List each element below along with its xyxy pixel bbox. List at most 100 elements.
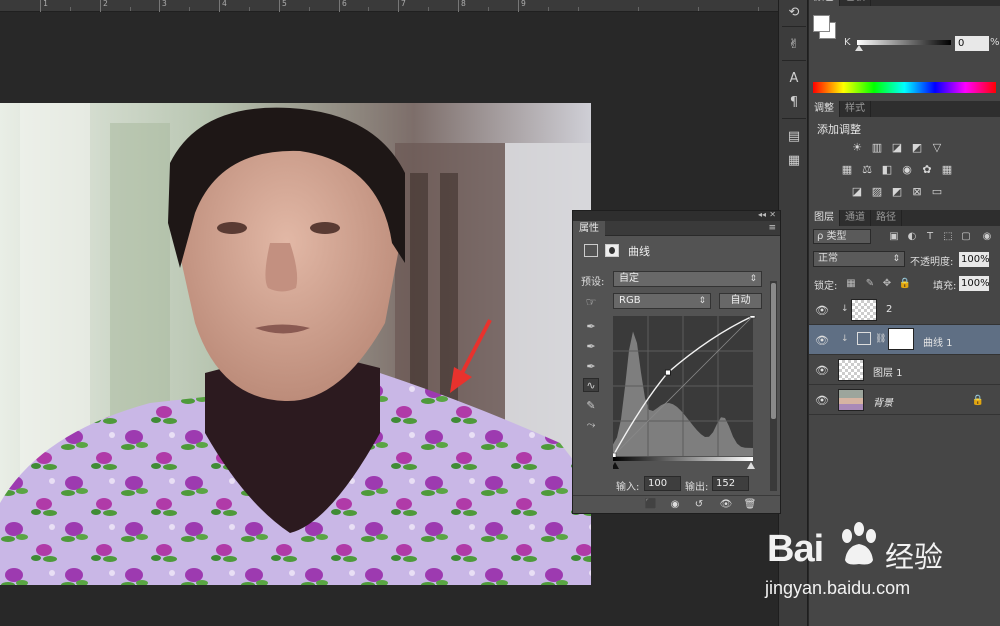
layer-row-layer-1[interactable]: 👁 图层 1 [809, 355, 1000, 385]
color-lookup-icon[interactable]: ▦ [939, 163, 955, 176]
layer-mask-thumbnail[interactable] [888, 328, 914, 350]
lock-transparent-icon[interactable]: ▦ [845, 277, 857, 289]
color-spectrum-bar[interactable] [813, 82, 996, 93]
blend-mode-select[interactable]: 正常 ⇕ [813, 251, 905, 267]
clip-to-layer-icon[interactable]: ⬛ [643, 498, 659, 511]
smooth-curve-icon[interactable]: ⤳ [583, 418, 599, 432]
layer-thumbnail [838, 389, 864, 411]
curve-edit-points-icon[interactable]: ∿ [583, 378, 599, 392]
filter-toggle-icon[interactable]: ◉ [980, 230, 994, 243]
threshold-icon[interactable]: ◩ [889, 185, 905, 198]
lock-pixels-icon[interactable]: ✎ [864, 277, 876, 289]
lock-position-icon[interactable]: ✥ [881, 277, 893, 289]
visibility-eye-icon[interactable]: 👁 [815, 334, 829, 347]
history-icon[interactable]: ⟲ [784, 2, 804, 22]
targeted-adjust-hand-icon[interactable]: ☞ [583, 295, 599, 309]
visibility-eye-icon[interactable]: 👁 [815, 364, 829, 377]
panel-title-bar[interactable]: ◂◂ ✕ [573, 210, 780, 221]
layer-row-curves-1[interactable]: 👁 ↓ ⛓ 曲线 1 [809, 325, 1000, 355]
panel-menu-icon[interactable]: ≡ [768, 223, 776, 233]
portrait-photo[interactable] [0, 103, 591, 585]
channel-mixer-icon[interactable]: ✿ [919, 163, 935, 176]
blend-mode-value: 正常 [818, 253, 838, 264]
channel-value: RGB [619, 295, 641, 306]
gradient-map-icon[interactable]: ▭ [929, 185, 945, 198]
output-field[interactable]: 152 [712, 476, 749, 491]
layer-thumbnail [851, 299, 877, 321]
exposure-icon[interactable]: ◩ [909, 141, 925, 154]
character-icon[interactable]: A [784, 68, 804, 88]
layer-filter-select[interactable]: ρ 类型 [813, 229, 871, 244]
curves-icon[interactable]: ◪ [889, 141, 905, 154]
lock-all-icon[interactable]: 🔒 [899, 277, 911, 289]
k-slider[interactable] [857, 40, 951, 45]
posterize-icon[interactable]: ▨ [869, 185, 885, 198]
fill-field[interactable]: 100% [959, 276, 990, 291]
tab-channels[interactable]: 通道 [840, 210, 871, 226]
black-point-eyedropper-icon[interactable]: ✒ [583, 319, 599, 333]
foreground-color-swatch[interactable] [813, 15, 830, 32]
collapse-icon[interactable]: ◂◂ [758, 210, 766, 219]
gray-point-eyedropper-icon[interactable]: ✒ [583, 339, 599, 353]
color-balance-icon[interactable]: ⚖ [859, 163, 875, 176]
ruler-tick: 5 [279, 0, 287, 12]
brightness-icon[interactable]: ☀ [849, 141, 865, 154]
channel-select[interactable]: RGB ⇕ [613, 293, 711, 309]
pencil-draw-icon[interactable]: ✎ [583, 398, 599, 412]
watermark-brand: Bai [767, 528, 824, 570]
paragraph-icon[interactable]: ¶ [784, 92, 804, 112]
adjustment-filter-icon[interactable]: ◐ [905, 230, 919, 243]
close-icon[interactable]: ✕ [769, 210, 776, 219]
tab-paths[interactable]: 路径 [871, 210, 902, 226]
curves-graph[interactable] [613, 316, 758, 471]
opacity-field[interactable]: 100% [959, 252, 990, 267]
white-slider-thumb[interactable] [747, 462, 755, 469]
tab-color[interactable]: 颜色 [809, 0, 840, 6]
type-filter-icon[interactable]: T [923, 230, 937, 243]
smart-object-filter-icon[interactable]: ▢ [959, 230, 973, 243]
vibrance-icon[interactable]: ▽ [929, 141, 945, 154]
shape-filter-icon[interactable]: ⬚ [941, 230, 955, 243]
hue-saturation-icon[interactable]: ▦ [839, 163, 855, 176]
properties-icon[interactable]: ▤ [784, 126, 804, 146]
tab-styles[interactable]: 样式 [840, 101, 871, 117]
visibility-eye-icon[interactable]: 👁 [815, 304, 829, 317]
black-slider-thumb[interactable] [613, 462, 619, 469]
photo-filter-icon[interactable]: ◉ [899, 163, 915, 176]
black-white-icon[interactable]: ◧ [879, 163, 895, 176]
curve-end-point[interactable] [749, 316, 756, 319]
ruler-tick: 2 [100, 0, 108, 12]
layer-row-background[interactable]: 👁 背景 🔒 [809, 385, 1000, 415]
tab-adjustments[interactable]: 调整 [809, 101, 840, 117]
k-slider-thumb[interactable] [855, 45, 863, 51]
notes-icon[interactable]: ▦ [784, 150, 804, 170]
layer-name: 图层 1 [873, 368, 903, 379]
k-value-field[interactable]: 0 [955, 36, 989, 51]
mask-icon[interactable] [605, 244, 619, 257]
auto-button[interactable]: 自动 [719, 293, 762, 309]
layer-row-2[interactable]: 👁 ↓ 2 [809, 295, 1000, 325]
visibility-eye-icon[interactable]: 👁 [815, 394, 829, 407]
properties-scrollbar[interactable] [770, 281, 777, 491]
image-filter-icon[interactable]: ▣ [887, 230, 901, 243]
brush-presets-icon[interactable]: ✌ [784, 34, 804, 54]
white-point-eyedropper-icon[interactable]: ✒ [583, 359, 599, 373]
view-previous-icon[interactable]: ◉ [667, 498, 683, 511]
levels-icon[interactable]: ▥ [869, 141, 885, 154]
color-panel-tabs: 颜色 色板 [809, 0, 1000, 6]
curve-control-point[interactable] [665, 369, 671, 376]
tab-properties[interactable]: 属性 [573, 221, 605, 236]
reset-icon[interactable]: ↺ [691, 498, 707, 511]
paw-logo-icon [842, 522, 876, 565]
trash-icon[interactable]: 🗑 [742, 498, 758, 511]
tab-swatches[interactable]: 色板 [840, 0, 871, 6]
watermark-url: jingyan.baidu.com [765, 578, 911, 598]
visibility-eye-icon[interactable]: 👁 [718, 498, 734, 511]
input-field[interactable]: 100 [644, 476, 681, 491]
selective-color-icon[interactable]: ⊠ [909, 185, 925, 198]
layer-thumbnail [838, 359, 864, 381]
preset-select[interactable]: 自定 ⇕ [613, 271, 762, 287]
tab-layers[interactable]: 图层 [809, 210, 840, 226]
curves-adjustment-icon[interactable] [584, 244, 598, 257]
invert-icon[interactable]: ◪ [849, 185, 865, 198]
